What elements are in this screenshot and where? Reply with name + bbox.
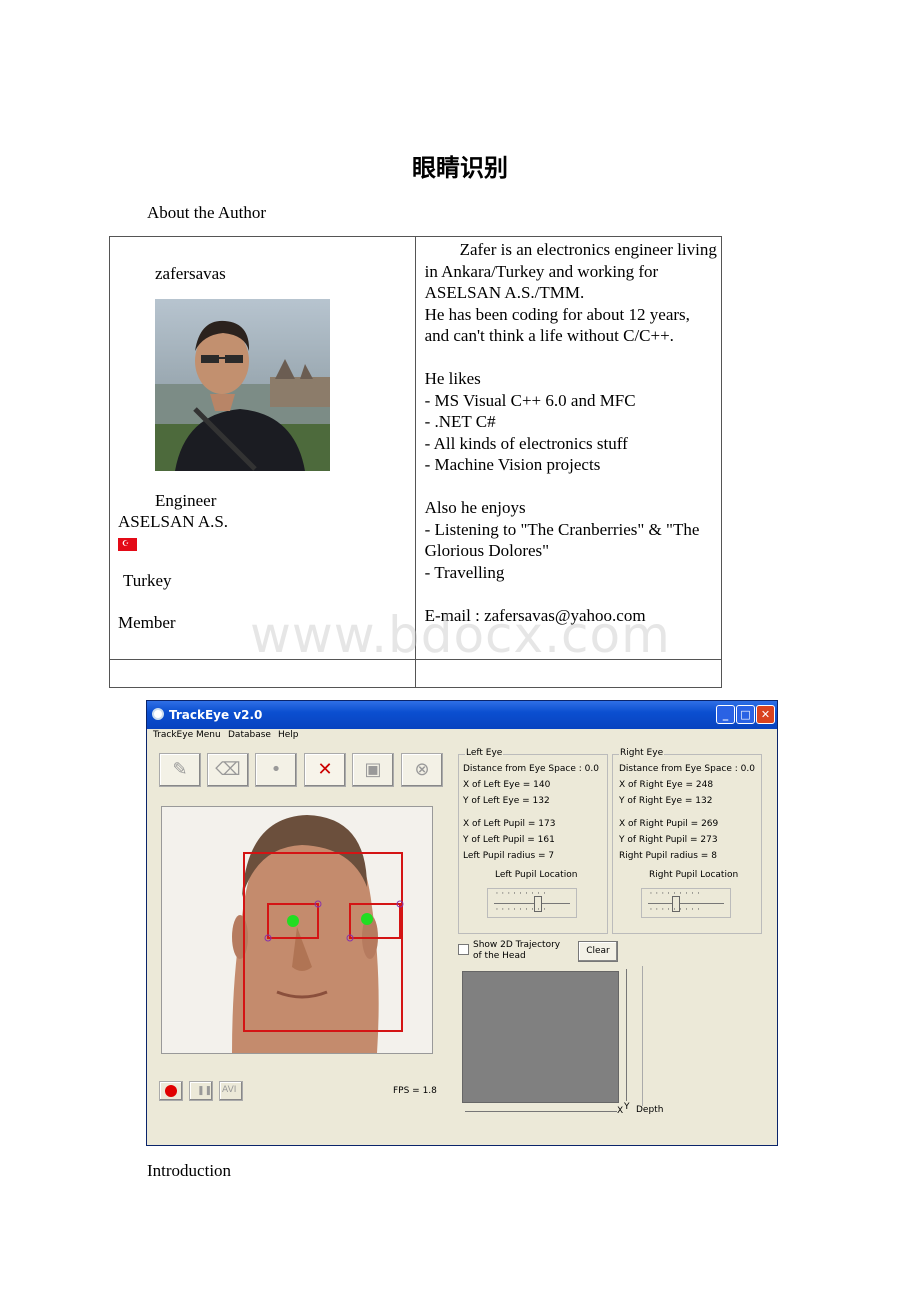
video-frame (161, 806, 433, 1054)
bio-enjoys-item: - Travelling (424, 562, 505, 582)
record-button[interactable] (159, 1081, 183, 1101)
brush-icon[interactable]: ⌫ (207, 753, 249, 787)
depth-slider-track[interactable] (642, 966, 643, 1106)
wand-icon[interactable]: ✎ (159, 753, 201, 787)
left-eye-y: Y of Left Eye = 132 (463, 796, 550, 806)
x-axis-label: X (617, 1106, 624, 1116)
slider-ticks: ''''''''' (496, 907, 550, 915)
left-pupil-location-label: Left Pupil Location (495, 870, 578, 880)
right-pupil-slider[interactable]: ''''''''' ''''''''' (641, 888, 731, 918)
minimize-button[interactable]: _ (716, 705, 735, 724)
right-eye-label: Right Eye (619, 748, 665, 758)
database-image-icon[interactable]: ▣ (352, 753, 394, 787)
right-pupil-y: Y of Right Pupil = 273 (619, 835, 718, 845)
x-slider-track[interactable] (465, 1111, 617, 1112)
menu-help[interactable]: Help (278, 730, 299, 740)
show-trajectory-checkbox[interactable] (458, 944, 469, 955)
left-pupil-y: Y of Left Pupil = 161 (463, 835, 555, 845)
close-window-button[interactable]: ✕ (756, 705, 775, 724)
introduction-heading: Introduction (147, 1161, 232, 1180)
author-job: Engineer (155, 491, 217, 510)
trajectory-label: Show 2D Trajectory (473, 940, 561, 950)
author-profile-cell: zafersavas Engineer ASELSAN A.S. ☪ Turke… (109, 236, 416, 660)
trajectory-plot (462, 971, 619, 1103)
right-eye-group: Right Eye Distance from Eye Space : 0.0 … (612, 748, 762, 934)
author-role: Member (118, 613, 176, 632)
dot-icon[interactable]: • (255, 753, 297, 787)
record-icon (165, 1085, 177, 1097)
slider-track (648, 903, 724, 904)
about-heading: About the Author (147, 203, 266, 222)
left-eye-x: X of Left Eye = 140 (463, 780, 551, 790)
left-pupil-radius: Left Pupil radius = 7 (463, 851, 555, 861)
right-eye-y: Y of Right Eye = 132 (619, 796, 713, 806)
bio-likes-item: - .NET C# (424, 412, 496, 431)
y-slider-track[interactable] (626, 969, 627, 1101)
fps-readout: FPS = 1.8 (393, 1086, 437, 1096)
author-bio: Zafer is an electronics engineer living … (416, 237, 721, 626)
bio-likes-heading: He likes (424, 369, 481, 388)
author-country: Turkey (123, 571, 172, 590)
right-pupil-radius: Right Pupil radius = 8 (619, 851, 717, 861)
pause-icon: ❚❚ (197, 1086, 213, 1096)
trajectory-label-2: of the Head (473, 951, 526, 961)
window-titlebar: TrackEye v2.0 _ □ ✕ (147, 701, 777, 729)
cancel-track-icon[interactable]: ✕ (304, 753, 346, 787)
slider-ticks: ''''''''' (650, 907, 704, 915)
clear-button[interactable]: Clear (578, 941, 618, 962)
menu-database[interactable]: Database (228, 730, 271, 740)
slider-track (494, 903, 570, 904)
left-eye-label: Left Eye (465, 748, 504, 758)
bio-coding: He has been coding for about 12 years, a… (424, 304, 690, 346)
left-pupil-x: X of Left Pupil = 173 (463, 819, 556, 829)
window-title: TrackEye v2.0 (169, 708, 263, 722)
avi-label: AVI (222, 1085, 237, 1095)
menubar: TrackEye Menu Database Help (147, 729, 777, 745)
avi-button[interactable]: AVI (219, 1081, 243, 1101)
turkey-flag-icon: ☪ (118, 538, 137, 551)
menu-trackeye[interactable]: TrackEye Menu (153, 730, 221, 740)
right-eye-distance: Distance from Eye Space : 0.0 (619, 764, 755, 774)
trackeye-window: TrackEye v2.0 _ □ ✕ TrackEye Menu Databa… (146, 700, 778, 1146)
y-axis-label: Y (624, 1102, 630, 1112)
author-username[interactable]: zafersavas (155, 263, 226, 285)
stop-icon[interactable]: ⊗ (401, 753, 443, 787)
bio-likes-item: - All kinds of electronics stuff (424, 433, 628, 453)
depth-axis-label: Depth (636, 1105, 664, 1115)
slider-ticks: ''''''''' (650, 891, 704, 899)
left-eye-distance: Distance from Eye Space : 0.0 (463, 764, 599, 774)
author-bio-cell: Zafer is an electronics engineer living … (414, 236, 723, 660)
right-pupil-location-label: Right Pupil Location (649, 870, 739, 880)
watermark: www.bdocx.com (250, 606, 671, 664)
right-pupil-x: X of Right Pupil = 269 (619, 819, 719, 829)
slider-ticks: ''''''''' (496, 891, 550, 899)
bio-intro: Zafer is an electronics engineer living … (424, 240, 717, 302)
left-pupil-slider[interactable]: ''''''''' ''''''''' (487, 888, 577, 918)
bio-enjoys-item: - Listening to "The Cranberries" & "The … (424, 519, 700, 561)
author-company: ASELSAN A.S. (118, 512, 229, 531)
bio-likes-item: - MS Visual C++ 6.0 and MFC (424, 390, 636, 410)
bio-likes-item: - Machine Vision projects (424, 455, 601, 474)
left-eye-group: Left Eye Distance from Eye Space : 0.0 X… (458, 748, 608, 934)
page-title: 眼睛识别 (412, 154, 508, 182)
pause-button[interactable]: ❚❚ (189, 1081, 213, 1101)
right-eye-x: X of Right Eye = 248 (619, 780, 714, 790)
author-photo (155, 299, 330, 471)
bio-enjoys-heading: Also he enjoys (424, 498, 526, 517)
app-eye-icon (152, 708, 164, 720)
maximize-button[interactable]: □ (736, 705, 755, 724)
